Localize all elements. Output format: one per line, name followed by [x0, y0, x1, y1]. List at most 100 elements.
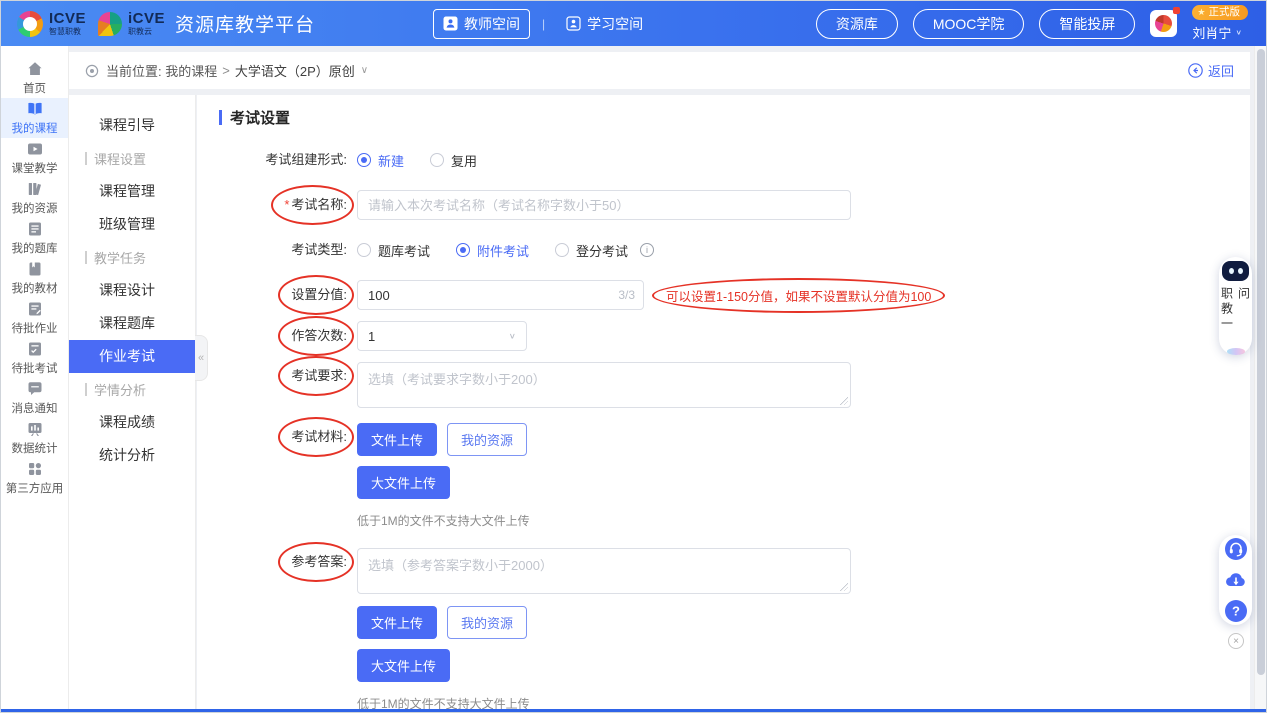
nav-learning-space[interactable]: 学习空间 — [557, 10, 652, 38]
row-requirements: 考试要求: — [259, 362, 1250, 408]
username: 刘肖宁 — [1192, 23, 1231, 42]
icve-cloud-logo: iCVE 职教云 — [98, 11, 165, 36]
main-content: 考试设置 考试组建形式: 新建 复用 *考试名称: — [197, 95, 1250, 712]
radio-question-bank-exam-label[interactable]: 题库考试 — [378, 241, 430, 260]
chevron-down-icon: ∨ — [509, 332, 516, 341]
info-icon[interactable]: i — [640, 243, 654, 257]
teacher-space-icon — [443, 16, 458, 31]
breadcrumb-chevron-down-icon[interactable]: ∨ — [361, 65, 368, 76]
reference-answer-textarea[interactable] — [357, 548, 851, 594]
nav-teacher-space[interactable]: 教师空间 — [433, 9, 530, 39]
back-button-label: 返回 — [1208, 61, 1234, 80]
score-label: 设置分值: — [291, 281, 347, 309]
menu-section-course-settings: 课程设置 — [85, 142, 195, 175]
menu-item-course-management[interactable]: 课程管理 — [69, 175, 195, 208]
sidebar-item-my-textbooks[interactable]: 我的教材 — [1, 258, 68, 298]
score-hint-text: 可以设置1-150分值，如果不设置默认分值为100 — [666, 290, 931, 304]
score-field: 3/3 — [357, 280, 644, 310]
menu-item-course-guide[interactable]: 课程引导 — [69, 109, 195, 142]
answer-upload-button[interactable]: 文件上传 — [357, 606, 437, 639]
radio-attachment-exam[interactable] — [456, 243, 470, 257]
menu-item-statistical-analysis[interactable]: 统计分析 — [69, 439, 195, 472]
radio-score-entry-exam[interactable] — [555, 243, 569, 257]
sidebar-item-third-party-apps[interactable]: 第三方应用 — [1, 458, 68, 498]
sidebar-item-pending-homework[interactable]: 待批作业 — [1, 298, 68, 338]
sidebar-item-label: 课堂教学 — [12, 160, 58, 176]
section-title-label: 考试设置 — [230, 107, 290, 128]
breadcrumb-current[interactable]: 大学语文（2P）原创 — [235, 61, 355, 80]
user-menu[interactable]: 刘肖宁 ∨ — [1192, 23, 1242, 42]
radio-new-label[interactable]: 新建 — [378, 151, 404, 170]
attempts-select[interactable]: 1 ∨ — [357, 321, 527, 351]
collapse-toolbar-button[interactable]: × — [1228, 633, 1244, 649]
answer-my-resources-button[interactable]: 我的资源 — [447, 606, 527, 639]
sidebar-item-label: 我的资源 — [12, 200, 58, 216]
sidebar-item-message-notification[interactable]: 消息通知 — [1, 378, 68, 418]
radio-reuse[interactable] — [430, 153, 444, 167]
exam-name-input[interactable] — [357, 190, 851, 220]
menu-item-course-question-bank[interactable]: 课程题库 — [69, 307, 195, 340]
exam-name-label: *考试名称: — [284, 191, 347, 219]
radio-reuse-label[interactable]: 复用 — [451, 151, 477, 170]
menu-item-homework-exam[interactable]: 作业考试 — [69, 340, 195, 373]
vertical-scrollbar[interactable] — [1254, 46, 1266, 712]
back-arrow-icon — [1188, 63, 1203, 78]
sidebar-item-label: 我的教材 — [12, 280, 58, 296]
sidebar-item-classroom-teaching[interactable]: 课堂教学 — [1, 138, 68, 178]
brand-subtitle-2: 职教云 — [128, 28, 165, 36]
menu-item-course-grades[interactable]: 课程成绩 — [69, 406, 195, 439]
avatar[interactable] — [1150, 10, 1177, 37]
menu-collapse-handle[interactable]: « — [195, 335, 208, 381]
row-score: 设置分值: 3/3 可以设置1-150分值，如果不设置默认分值为100 — [259, 280, 1250, 310]
ai-assistant-widget[interactable]: 职教一问 — [1219, 257, 1252, 355]
score-hint: 可以设置1-150分值，如果不设置默认分值为100 — [666, 286, 931, 305]
scrollbar-thumb[interactable] — [1257, 49, 1265, 675]
nav-teacher-space-label: 教师空间 — [464, 14, 520, 34]
breadcrumb-root[interactable]: 我的课程 — [165, 61, 217, 80]
resource-library-button[interactable]: 资源库 — [816, 9, 898, 39]
course-menu: 课程引导 课程设置 课程管理 班级管理 教学任务 课程设计 课程题库 作业考试 … — [69, 95, 196, 712]
build-type-label: 考试组建形式: — [265, 146, 347, 174]
menu-item-class-management[interactable]: 班级管理 — [69, 208, 195, 241]
requirements-textarea[interactable] — [357, 362, 851, 408]
answer-big-upload-button[interactable]: 大文件上传 — [357, 649, 450, 682]
sidebar-item-label: 消息通知 — [12, 400, 58, 416]
required-asterisk: * — [284, 197, 289, 212]
sidebar-item-home[interactable]: 首页 — [1, 58, 68, 98]
materials-big-upload-button[interactable]: 大文件上传 — [357, 466, 450, 499]
row-build-type: 考试组建形式: 新建 复用 — [259, 146, 1250, 174]
sidebar-item-pending-exams[interactable]: 待批考试 — [1, 338, 68, 378]
sidebar-item-my-courses[interactable]: 我的课程 — [1, 98, 68, 138]
brand-name-2: iCVE — [128, 11, 165, 26]
floating-toolbar: ? — [1219, 535, 1252, 625]
char-counter: 3/3 — [618, 288, 635, 302]
sidebar-item-my-question-bank[interactable]: 我的题库 — [1, 218, 68, 258]
smart-cast-button[interactable]: 智能投屏 — [1039, 9, 1135, 39]
download-button[interactable] — [1224, 568, 1248, 592]
exam-type-label: 考试类型: — [291, 236, 347, 264]
sidebar-item-data-statistics[interactable]: 数据统计 — [1, 418, 68, 458]
mooc-academy-button[interactable]: MOOC学院 — [913, 9, 1025, 39]
menu-item-course-design[interactable]: 课程设计 — [69, 274, 195, 307]
radio-new[interactable] — [357, 153, 371, 167]
sidebar-item-label: 首页 — [23, 80, 46, 96]
back-button[interactable]: 返回 — [1188, 61, 1234, 80]
customer-service-button[interactable] — [1224, 537, 1248, 561]
materials-my-resources-button[interactable]: 我的资源 — [447, 423, 527, 456]
nav-learning-space-label: 学习空间 — [587, 14, 643, 34]
section-title: 考试设置 — [219, 107, 1250, 128]
radio-question-bank-exam[interactable] — [357, 243, 371, 257]
sidebar-item-label: 我的题库 — [12, 240, 58, 256]
radio-score-entry-exam-label[interactable]: 登分考试 — [576, 241, 628, 260]
help-button[interactable]: ? — [1224, 599, 1248, 623]
robot-eye — [1229, 268, 1234, 274]
radio-attachment-exam-label[interactable]: 附件考试 — [477, 241, 529, 260]
materials-upload-button[interactable]: 文件上传 — [357, 423, 437, 456]
score-input[interactable] — [357, 280, 644, 310]
menu-section-label: 教学任务 — [94, 248, 146, 267]
sidebar-item-my-resources[interactable]: 我的资源 — [1, 178, 68, 218]
robot-icon — [1222, 261, 1249, 281]
icon-sidebar: 首页 我的课程 课堂教学 我的资源 我的题库 我的教材 待批作业 待批考试 — [1, 46, 69, 712]
pending-exams-icon — [26, 340, 44, 358]
icve-primary-logo: ICVE 智慧职教 — [17, 11, 86, 37]
